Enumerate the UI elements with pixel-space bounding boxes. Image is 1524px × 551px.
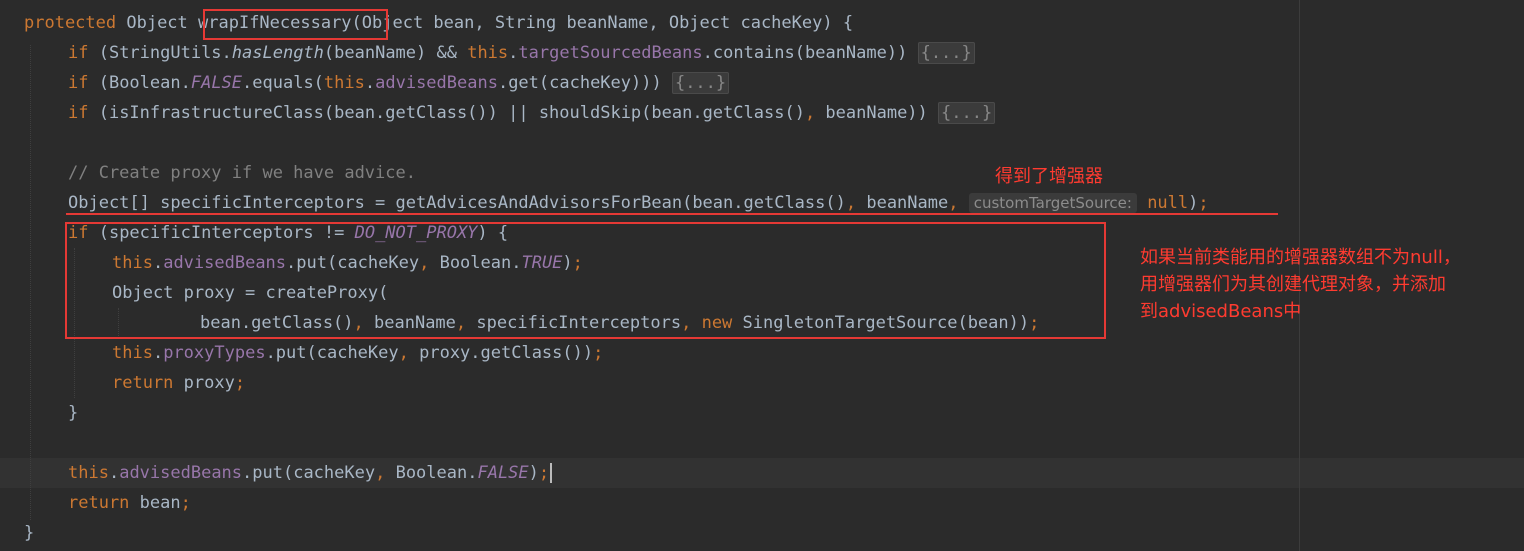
code-token: (Boolean. [98, 73, 191, 93]
code-token: (StringUtils. [98, 43, 232, 63]
code-line[interactable]: return proxy; [112, 368, 245, 398]
code-token: Object[] specificInterceptors = getAdvic… [68, 193, 846, 213]
code-token: Object [126, 13, 199, 33]
code-token: , [845, 193, 867, 213]
code-token: ; [538, 463, 550, 483]
code-line[interactable]: if (isInfrastructureClass(bean.getClass(… [68, 98, 996, 128]
code-line[interactable]: } [24, 518, 34, 548]
code-token: , [398, 343, 420, 363]
highlight-box-method-name [203, 9, 388, 40]
code-token: FALSE [477, 463, 529, 483]
code-token: proxyTypes [163, 343, 266, 363]
code-token: , [948, 193, 969, 213]
code-token: . [364, 73, 376, 93]
code-token: } [24, 523, 35, 543]
code-line[interactable]: // Create proxy if we have advice. [68, 158, 416, 188]
code-token: } [68, 403, 79, 423]
text-caret [550, 463, 553, 483]
highlight-box-proxy-block [65, 222, 1106, 339]
folded-region[interactable]: {...} [938, 102, 996, 124]
code-token: (beanName) && [323, 43, 468, 63]
code-token: proxy.getClass()) [419, 343, 594, 363]
code-token: . [152, 343, 164, 363]
code-token: .contains(beanName)) [702, 43, 918, 63]
code-token: if [68, 73, 99, 93]
code-line[interactable]: if (Boolean.FALSE.equals(this.advisedBea… [68, 68, 730, 98]
code-token: ; [234, 373, 246, 393]
code-token: if [68, 103, 99, 123]
annotation-top: 得到了增强器 [995, 166, 1103, 187]
underline-interceptors-line [66, 213, 1278, 215]
code-token: .equals( [242, 73, 324, 93]
code-token: protected [24, 13, 127, 33]
code-token: , [804, 103, 826, 123]
code-line[interactable]: if (StringUtils.hasLength(beanName) && t… [68, 38, 975, 68]
folded-region[interactable]: {...} [671, 72, 730, 94]
annotation-side: 如果当前类能用的增强器数组不为null， 用增强器们为其创建代理对象，并添加 到… [1140, 244, 1461, 325]
code-token: ) [1188, 193, 1199, 213]
code-token: this [68, 463, 109, 483]
code-token: (isInfrastructureClass(bean.getClass()) … [98, 103, 805, 123]
code-token: if [68, 43, 99, 63]
code-token: (Object bean, String beanName, Object ca… [351, 13, 854, 33]
code-editor[interactable]: protected Object wrapIfNecessary(Object … [0, 0, 1524, 551]
code-token: .put(cacheKey [242, 463, 376, 483]
code-token: ; [1198, 193, 1209, 213]
code-token: .put(cacheKey [265, 343, 399, 363]
code-token: hasLength [231, 43, 324, 63]
code-line[interactable]: return bean; [68, 488, 191, 518]
code-token: ) [528, 463, 539, 483]
code-line[interactable]: this.proxyTypes.put(cacheKey, proxy.getC… [112, 338, 603, 368]
code-token: . [508, 43, 519, 63]
code-token: targetSourcedBeans [518, 43, 703, 63]
code-token: .get(cacheKey))) [497, 73, 672, 93]
annotation-side-line: 用增强器们为其创建代理对象，并添加 [1140, 274, 1446, 295]
code-token: ; [593, 343, 604, 363]
code-token: null [1147, 193, 1189, 213]
code-token: ; [180, 493, 191, 513]
code-token: Boolean. [395, 463, 478, 483]
annotation-side-line: 到advisedBeans中 [1140, 301, 1302, 322]
code-token: this [323, 73, 365, 93]
code-token: // Create proxy if we have advice. [68, 163, 416, 183]
code-token: beanName [866, 193, 949, 213]
parameter-hint: customTargetSource: [968, 193, 1137, 213]
code-line[interactable]: protected Object wrapIfNecessary(Object … [24, 8, 853, 38]
code-line[interactable]: this.advisedBeans.put(cacheKey, Boolean.… [68, 458, 553, 488]
code-token: this [112, 343, 153, 363]
code-token: advisedBeans [375, 73, 498, 93]
annotation-side-line: 如果当前类能用的增强器数组不为null， [1140, 247, 1461, 268]
code-token: this [467, 43, 509, 63]
code-line[interactable]: } [68, 398, 78, 428]
code-token: return [112, 373, 184, 393]
code-token: proxy [183, 373, 235, 393]
code-token: beanName)) [825, 103, 939, 123]
code-token: advisedBeans [119, 463, 243, 483]
folded-region[interactable]: {...} [917, 42, 975, 64]
code-token: bean [139, 493, 181, 513]
code-token: return [68, 493, 140, 513]
code-token: , [375, 463, 396, 483]
indent-guide [30, 45, 31, 520]
code-token: FALSE [190, 73, 243, 93]
code-token: . [108, 463, 120, 483]
